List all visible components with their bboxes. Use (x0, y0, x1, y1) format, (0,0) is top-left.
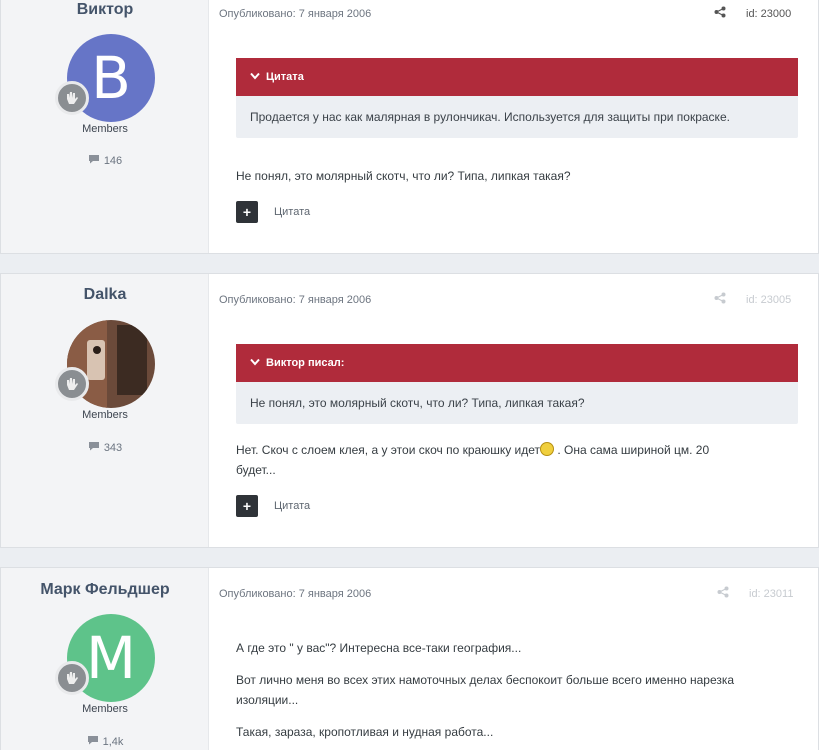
quote-text: Не понял, это молярный скотч, что ли? Ти… (250, 396, 585, 410)
multiquote-plus-button[interactable]: + (236, 201, 258, 223)
multiquote-plus-button[interactable]: + (236, 495, 258, 517)
comment-icon (88, 154, 100, 167)
post-body-text: Нет. Скоч с слоем клея, а у этои скоч по… (236, 443, 541, 457)
avatar-photo-part (93, 346, 101, 354)
hand-badge-icon (55, 661, 89, 695)
post-body-paragraph: Вот лично меня во всех этих намоточных д… (236, 673, 735, 707)
published-date[interactable]: Опубликовано: 7 января 2006 (219, 8, 371, 20)
author-username[interactable]: Марк Фельдшер (1, 581, 209, 599)
post-body-text: будет... (236, 463, 276, 477)
post: Виктор B Members 146 Опубликовано: 7 янв… (0, 0, 819, 254)
post-count-value: 146 (103, 154, 123, 167)
post-id[interactable]: id: 23011 (749, 588, 793, 600)
member-group: Members (82, 409, 128, 421)
share-icon[interactable] (717, 586, 729, 601)
post-body: Нет. Скоч с слоем клея, а у этои скоч по… (236, 440, 796, 480)
smiley-icon (540, 442, 555, 456)
share-icon[interactable] (714, 292, 726, 307)
post-id[interactable]: id: 23005 (746, 294, 791, 306)
post-count: 1,4k (1, 735, 209, 748)
quote-block: Виктор писал: Не понял, это молярный ско… (236, 344, 798, 424)
comment-icon (88, 441, 100, 454)
post: Марк Фельдшер M Members 1,4k Опубликован… (0, 567, 819, 750)
post-count-value: 1,4k (102, 735, 124, 748)
quote-block: Цитата Продается у нас как малярная в ру… (236, 58, 798, 138)
published-date[interactable]: Опубликовано: 7 января 2006 (219, 588, 371, 600)
comment-icon (87, 735, 99, 748)
plus-icon: + (242, 498, 252, 514)
post-count: 343 (1, 441, 209, 454)
member-group: Members (82, 123, 128, 135)
post-count: 146 (1, 154, 209, 167)
quote-text: Продается у нас как малярная в рулончика… (250, 110, 730, 124)
quote-header-label: Цитата (266, 71, 304, 83)
author-username[interactable]: Dalka (1, 286, 209, 304)
author-username[interactable]: Виктор (1, 1, 209, 19)
avatar-letter: B (91, 44, 131, 112)
chevron-down-icon (250, 71, 260, 83)
quote-button[interactable]: Цитата (274, 500, 310, 512)
hand-badge-icon (55, 367, 89, 401)
share-icon[interactable] (714, 6, 726, 21)
post-count-value: 343 (103, 441, 123, 454)
post-body-paragraph: А где это " у вас"? Интересна все-таки г… (236, 641, 522, 655)
post-body-text: . Она сама шириной цм. 20 (554, 443, 710, 457)
avatar-photo-part (117, 325, 147, 395)
quote-button[interactable]: Цитата (274, 206, 310, 218)
post-id[interactable]: id: 23000 (746, 8, 791, 20)
hand-badge-icon (55, 81, 89, 115)
avatar-letter: M (85, 624, 137, 692)
quote-header[interactable]: Виктор писал: (236, 344, 798, 382)
post-body: Не понял, это молярный скотч, что ли? Ти… (236, 169, 571, 183)
plus-icon: + (242, 204, 252, 220)
quote-header-label: Виктор писал: (266, 357, 345, 369)
member-group: Members (82, 703, 128, 715)
post-body-paragraph: Такая, зараза, кропотливая и нудная рабо… (236, 725, 494, 739)
post: Dalka Members 343 Опубликовано: 7 января… (0, 273, 819, 548)
quote-header[interactable]: Цитата (236, 58, 798, 96)
chevron-down-icon (250, 357, 260, 369)
published-date[interactable]: Опубликовано: 7 января 2006 (219, 294, 371, 306)
